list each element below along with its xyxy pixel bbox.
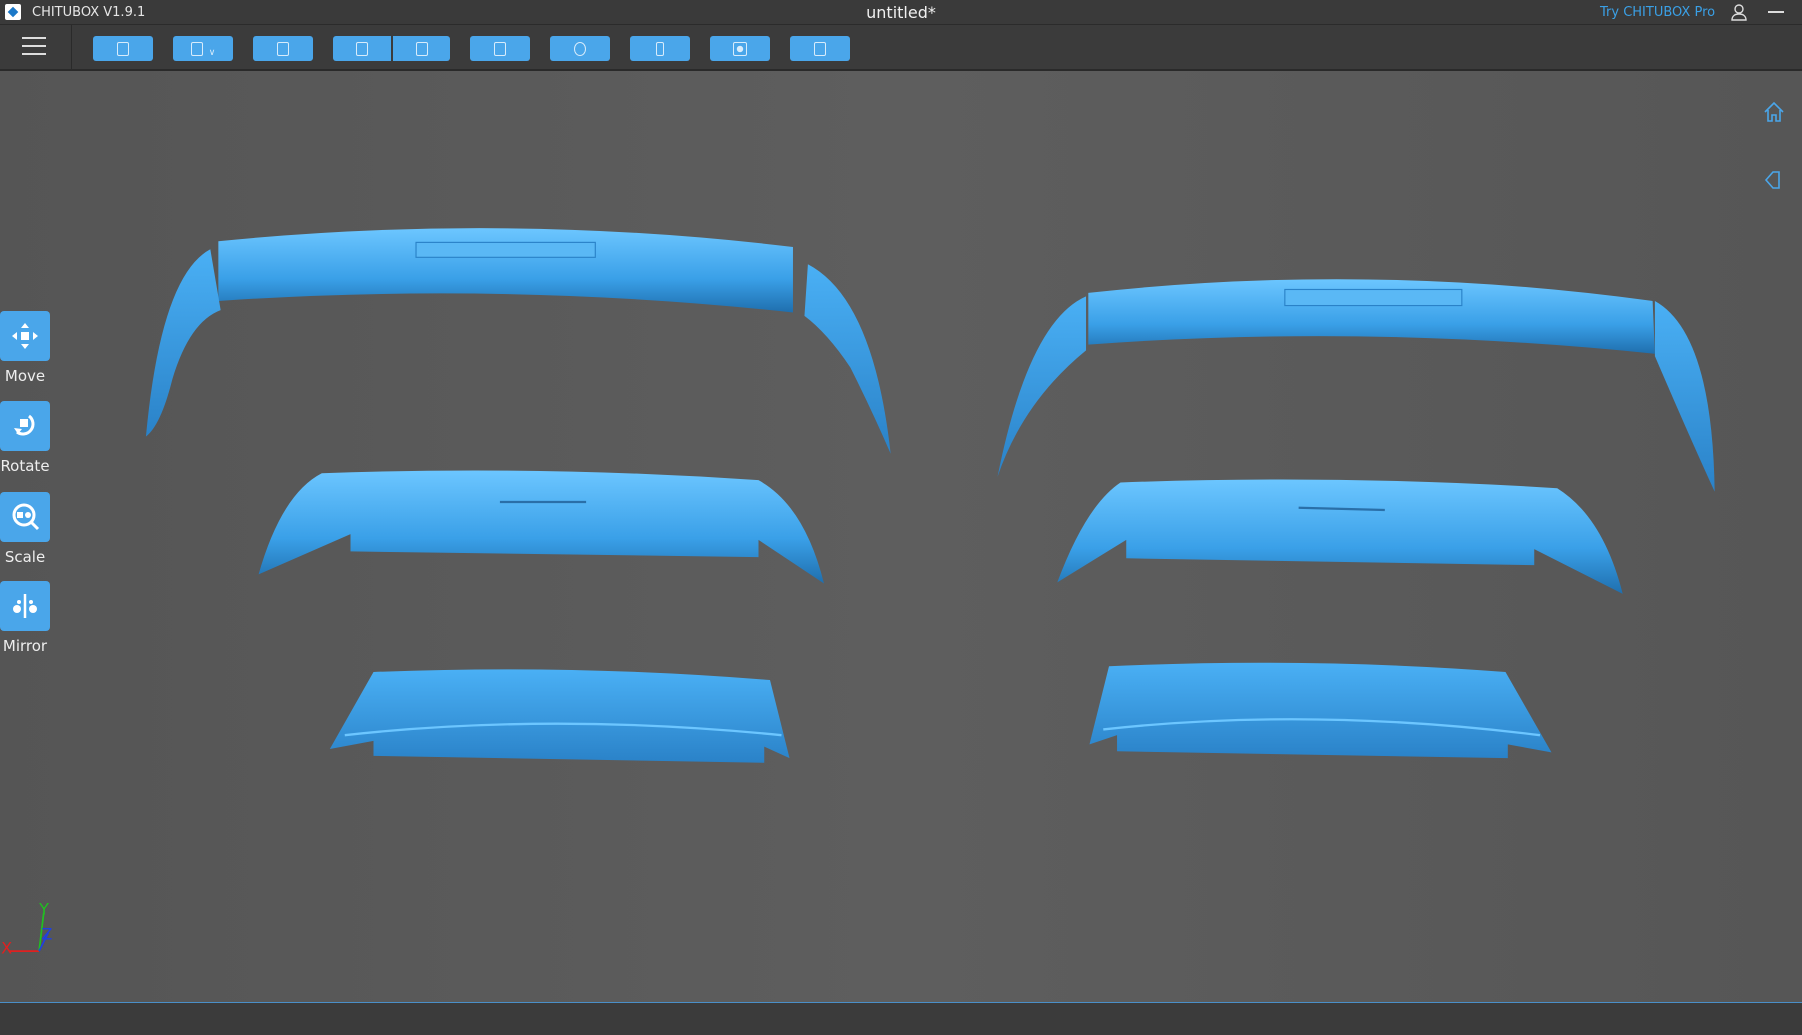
rotate-tool-button[interactable]: [0, 401, 50, 451]
spoiler-model-large-left[interactable]: [145, 228, 891, 454]
mirror-tool-button[interactable]: [0, 581, 50, 631]
axis-x-label: X: [1, 938, 12, 957]
axis-z-label: Z: [41, 925, 52, 944]
scale-tool-label: Scale: [4, 548, 46, 566]
spoiler-model-small-right[interactable]: [1089, 662, 1552, 759]
view-direction-icon[interactable]: [1762, 168, 1786, 192]
spoiler-model-small-left[interactable]: [329, 669, 790, 763]
spoiler-model-medium-left[interactable]: [258, 470, 825, 584]
move-tool-label: Move: [4, 367, 46, 385]
move-tool-button[interactable]: [0, 311, 50, 361]
move-icon: [12, 323, 38, 349]
spoiler-model-medium-right[interactable]: [1057, 479, 1623, 594]
rotate-tool-label: Rotate: [0, 457, 50, 475]
scale-icon: [12, 503, 40, 531]
spoiler-model-large-right[interactable]: [997, 279, 1715, 492]
axis-y-label: Y: [38, 899, 49, 918]
home-view-icon[interactable]: [1762, 100, 1786, 124]
model-scene[interactable]: X Y Z: [0, 0, 1802, 1035]
rotate-icon: [14, 414, 35, 436]
status-bar: [0, 1002, 1802, 1035]
mirror-icon: [13, 594, 37, 618]
scale-tool-button[interactable]: [0, 492, 50, 542]
mirror-tool-label: Mirror: [2, 637, 48, 655]
